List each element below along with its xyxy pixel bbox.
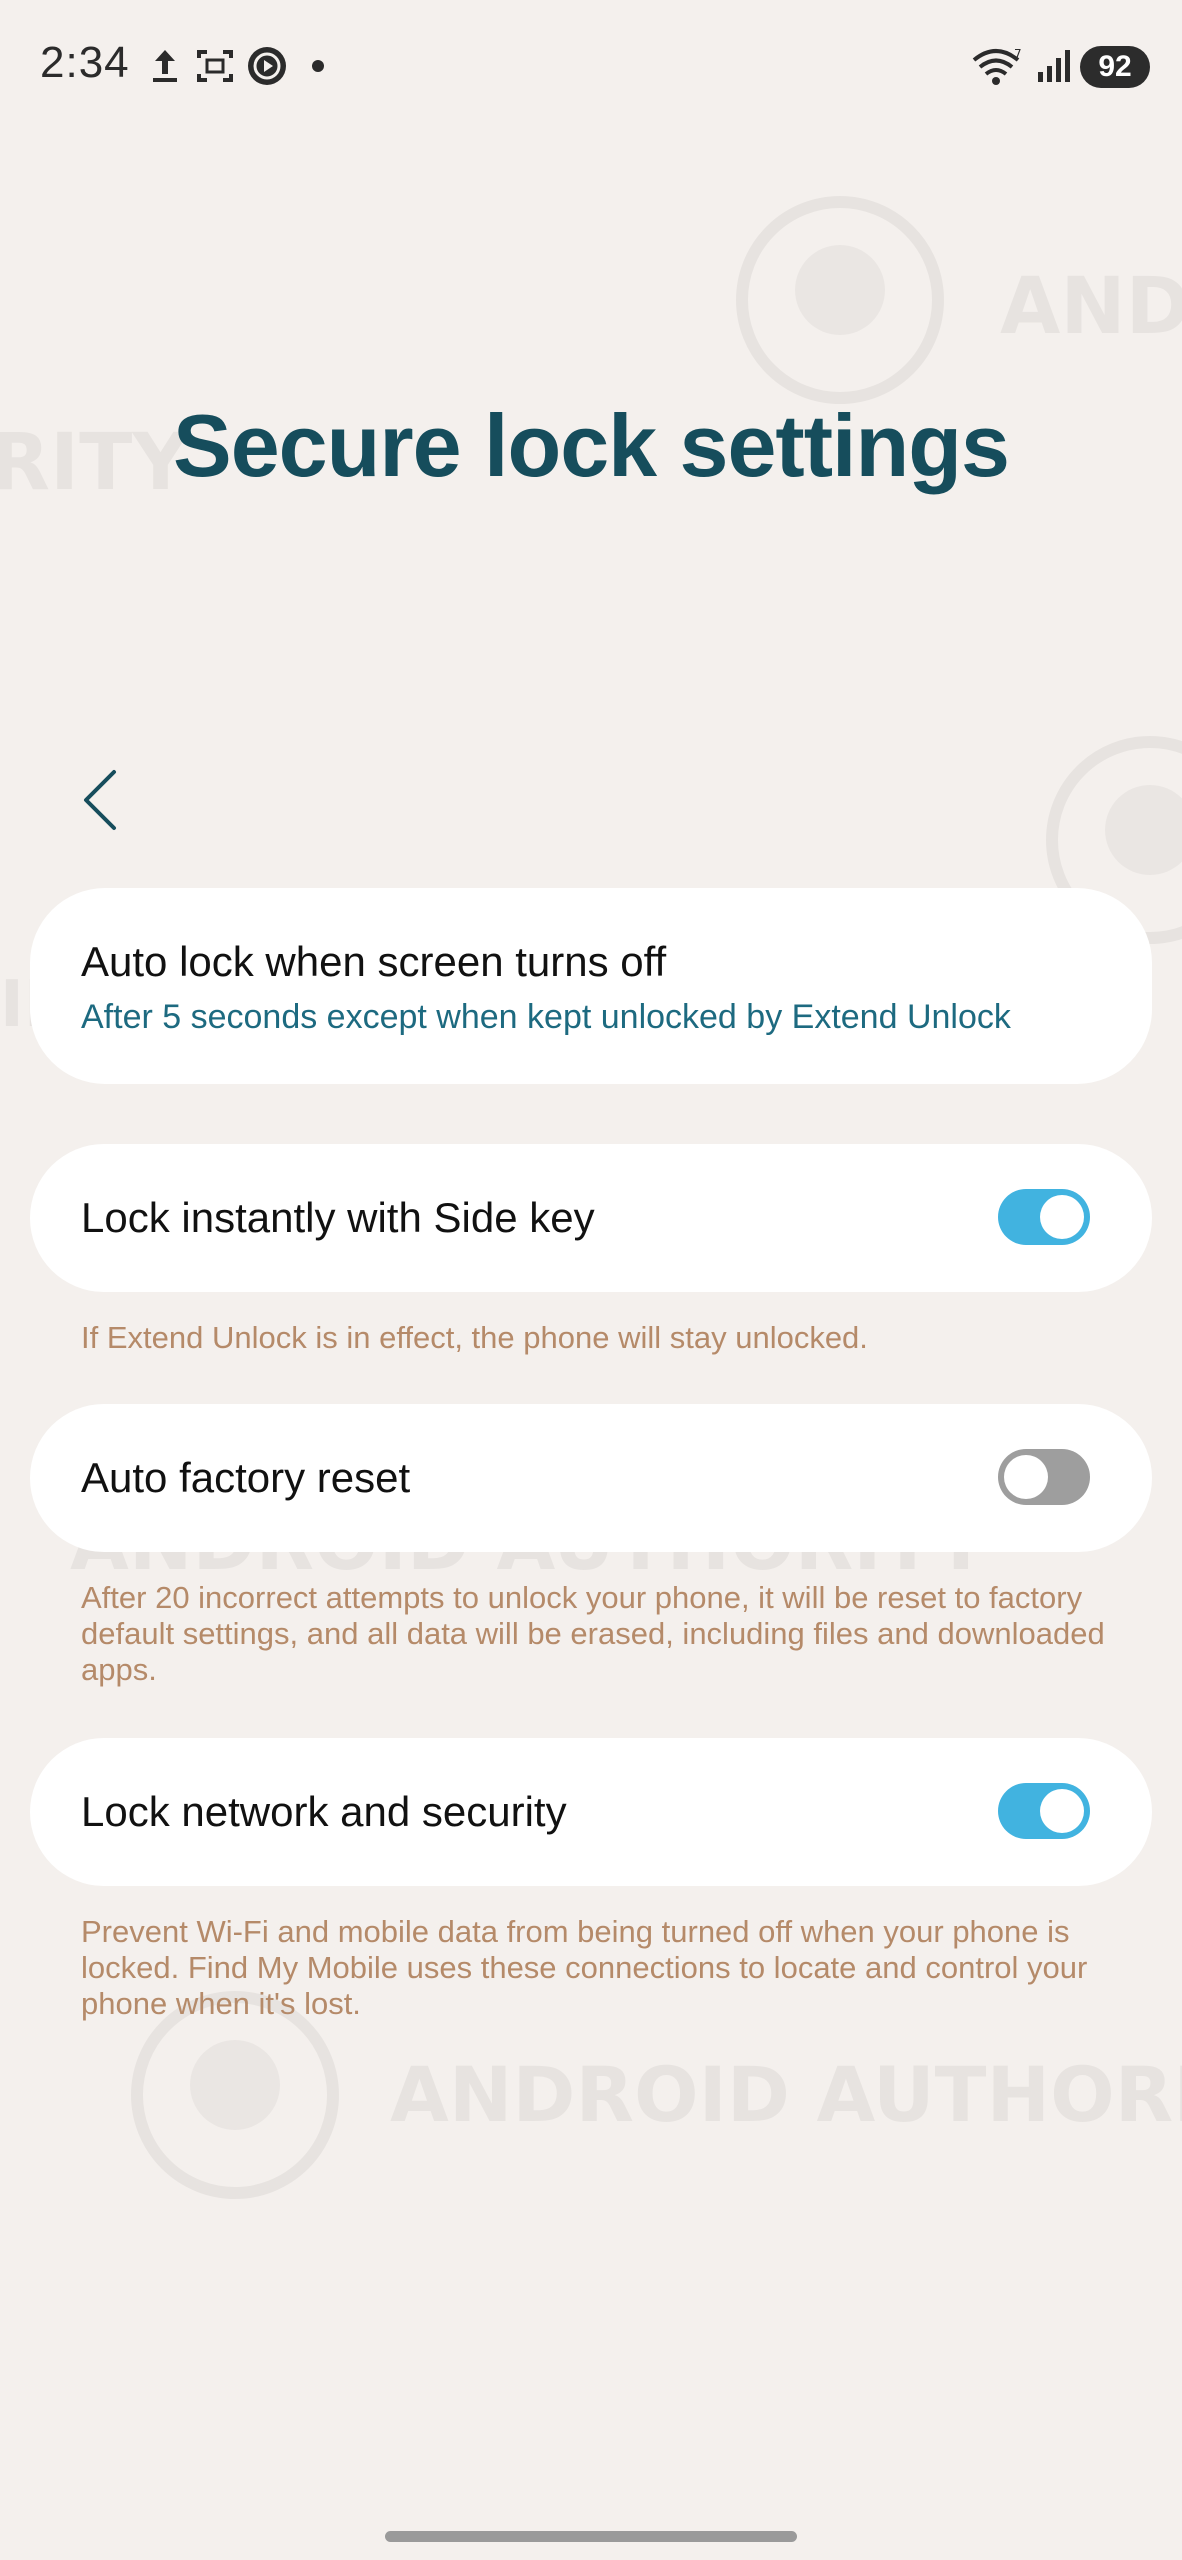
setting-description: After 20 incorrect attempts to unlock yo… <box>81 1580 1105 1687</box>
setting-subtitle: After 5 seconds except when kept unlocke… <box>81 998 1011 1036</box>
auto-factory-reset-setting[interactable]: Auto factory reset <box>30 1404 1152 1552</box>
auto-factory-reset-toggle[interactable] <box>998 1449 1090 1505</box>
screenshot-icon <box>197 50 233 82</box>
watermark: ANDR <box>1000 262 1182 352</box>
toggle-knob <box>1040 1195 1084 1239</box>
home-indicator[interactable] <box>385 2531 797 2542</box>
wifi-icon: 7 <box>972 47 1022 85</box>
status-bar: 2:34 7 92 <box>0 0 1182 140</box>
status-time: 2:34 <box>40 38 130 87</box>
svg-text:7: 7 <box>1014 47 1022 61</box>
page-title: Secure lock settings <box>173 396 1010 495</box>
auto-lock-setting[interactable]: Auto lock when screen turns off After 5 … <box>30 888 1152 1084</box>
setting-title: Lock instantly with Side key <box>81 1194 595 1241</box>
lock-instantly-toggle[interactable] <box>998 1189 1090 1245</box>
battery-indicator: 92 <box>1080 46 1150 88</box>
chevron-left-icon <box>84 770 116 830</box>
watermark: ANDROID AUTHORITY <box>390 2050 1182 2139</box>
setting-description: If Extend Unlock is in effect, the phone… <box>81 1320 868 1355</box>
toggle-knob <box>1040 1789 1084 1833</box>
signal-icon <box>1038 50 1070 82</box>
upload-icon <box>153 50 177 82</box>
setting-description: Prevent Wi-Fi and mobile data from being… <box>81 1914 1088 2021</box>
setting-title: Auto lock when screen turns off <box>81 938 667 985</box>
back-button[interactable] <box>70 762 130 838</box>
setting-title: Lock network and security <box>81 1788 567 1835</box>
setting-title: Auto factory reset <box>81 1454 411 1501</box>
lock-instantly-side-key-setting[interactable]: Lock instantly with Side key <box>30 1144 1152 1292</box>
watermark-logo-icon <box>736 196 944 404</box>
lock-network-security-setting[interactable]: Lock network and security <box>30 1738 1152 1886</box>
play-circle-icon <box>248 47 286 85</box>
lock-network-toggle[interactable] <box>998 1783 1090 1839</box>
toggle-knob <box>1004 1455 1048 1499</box>
notification-dot-icon <box>312 60 324 72</box>
